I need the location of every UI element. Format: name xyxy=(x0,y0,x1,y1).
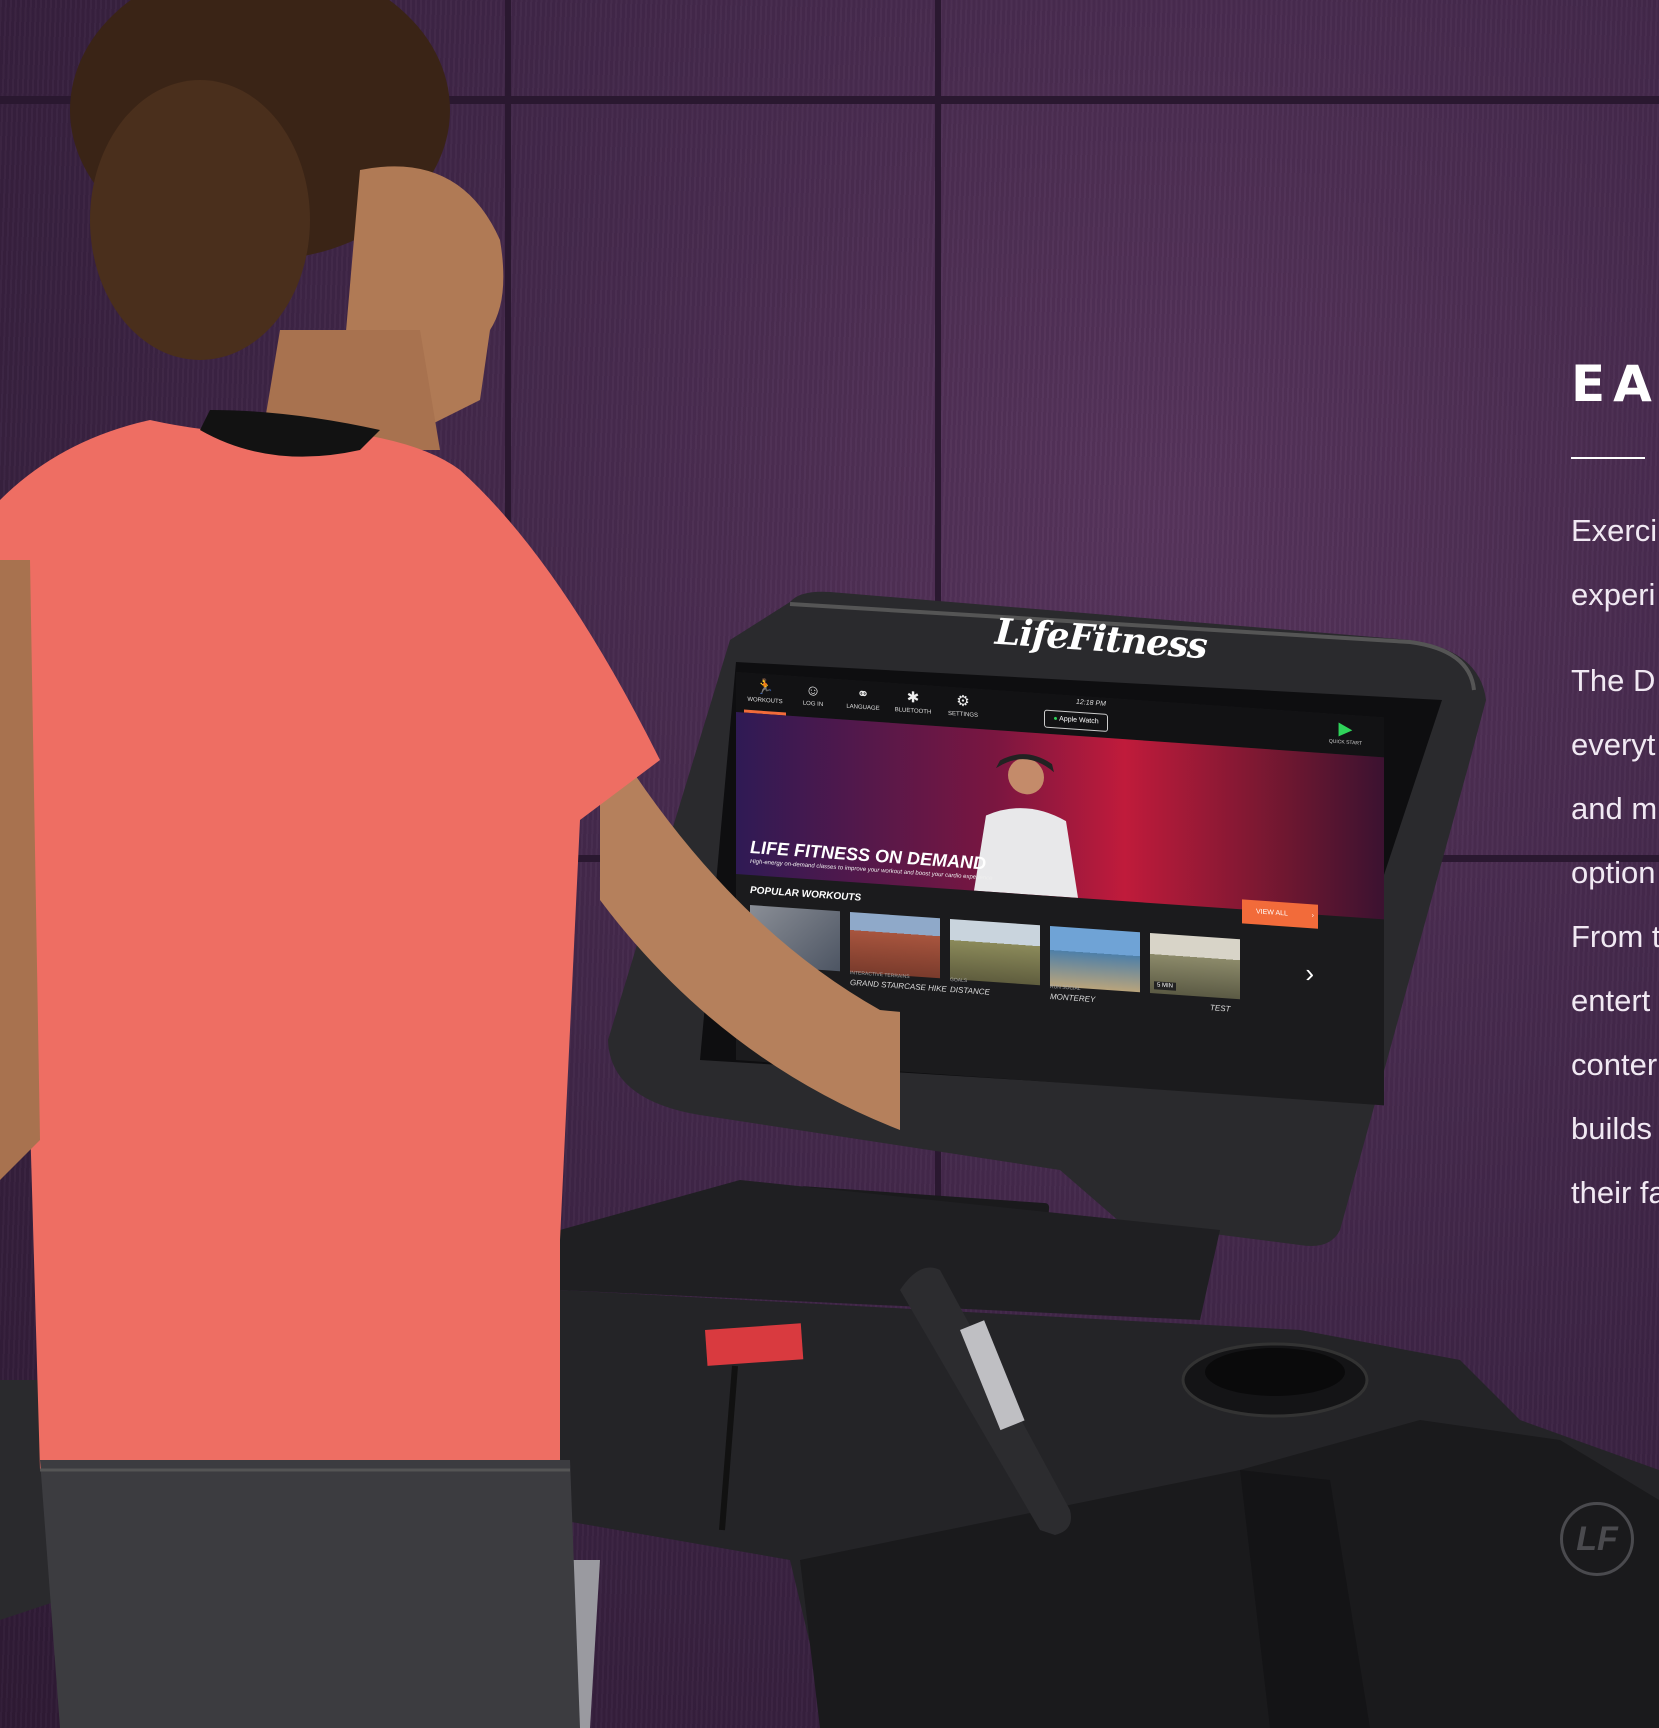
clock-time: 12:18 PM xyxy=(1076,698,1106,708)
watch-icon: ● xyxy=(1053,715,1058,723)
view-all-button[interactable]: VIEW ALL › xyxy=(1242,899,1318,929)
woman-using-treadmill xyxy=(0,0,900,1728)
workout-thumb-4[interactable] xyxy=(1050,925,1140,993)
workout-thumb-5[interactable]: 5 MIN xyxy=(1150,932,1240,1000)
apple-watch-button[interactable]: ● Apple Watch xyxy=(1044,709,1108,733)
nav-settings[interactable]: ⚙ SETTINGS xyxy=(940,690,986,725)
duration-badge: 5 MIN xyxy=(1154,981,1177,991)
gear-icon: ⚙ xyxy=(956,692,970,711)
workout-title-4: MONTEREY xyxy=(1050,991,1096,1005)
section-heading: EA xyxy=(1571,355,1659,413)
quick-start-button[interactable]: ▶ QUICK START xyxy=(1329,717,1362,747)
workout-thumb-3[interactable] xyxy=(950,918,1040,986)
intro-paragraph: Exerci experi xyxy=(1571,513,1658,612)
chevron-right-icon: › xyxy=(1311,912,1314,920)
lf-emblem-icon: LF xyxy=(1560,1502,1634,1576)
feature-copy: EA Exerci experi The D everyt and m opti… xyxy=(1571,355,1659,1225)
workout-title-5: TEST xyxy=(1210,1003,1231,1014)
chevron-right-icon[interactable]: › xyxy=(1305,958,1314,990)
play-icon: ▶ xyxy=(1338,718,1353,740)
heading-divider xyxy=(1571,457,1645,459)
workout-title-3: DISTANCE xyxy=(950,984,990,997)
body-paragraph: The D everyt and m option From t entert … xyxy=(1571,663,1659,1210)
